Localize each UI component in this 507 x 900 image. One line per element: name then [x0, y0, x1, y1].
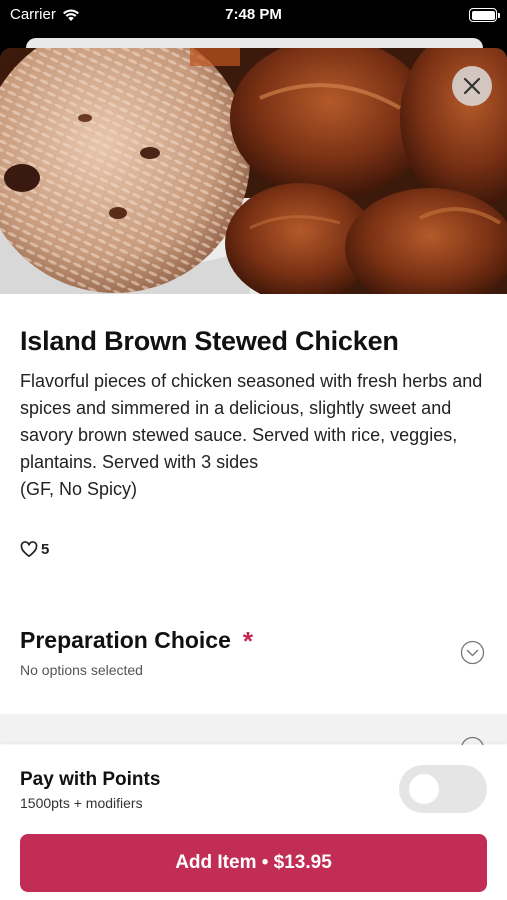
- heart-icon: [20, 541, 38, 558]
- section-divider: [0, 714, 507, 748]
- pay-with-points-label: Pay with Points: [20, 769, 161, 790]
- status-bar: Carrier 7:48 PM: [0, 0, 507, 32]
- like-button[interactable]: 5: [20, 541, 49, 558]
- item-description: Flavorful pieces of chicken seasoned wit…: [20, 371, 483, 472]
- preparation-choice-status: No options selected: [20, 662, 143, 678]
- toggle-knob: [409, 774, 439, 804]
- preparation-choice-title: Preparation Choice: [20, 626, 231, 653]
- checkout-bar: Pay with Points 1500pts + modifiers Add …: [0, 745, 507, 900]
- item-description-block: Flavorful pieces of chicken seasoned wit…: [20, 368, 490, 503]
- close-icon: [463, 77, 481, 95]
- points-cost: 1500pts + modifiers: [20, 795, 143, 811]
- item-detail-sheet: Island Brown Stewed Chicken Flavorful pi…: [0, 48, 507, 900]
- battery-icon: [469, 8, 500, 22]
- item-dietary-tags: (GF, No Spicy): [20, 479, 138, 499]
- add-item-button[interactable]: Add Item • $13.95: [20, 834, 487, 892]
- status-time: 7:48 PM: [225, 6, 282, 23]
- pay-with-points-toggle[interactable]: [399, 765, 487, 813]
- like-count: 5: [41, 541, 50, 558]
- item-photo: [0, 48, 507, 294]
- item-title: Island Brown Stewed Chicken: [20, 326, 399, 356]
- required-indicator: *: [242, 626, 254, 656]
- chevron-down-icon[interactable]: [460, 640, 485, 665]
- close-button[interactable]: [452, 66, 492, 106]
- preparation-choice-header[interactable]: Preparation Choice *: [20, 626, 254, 656]
